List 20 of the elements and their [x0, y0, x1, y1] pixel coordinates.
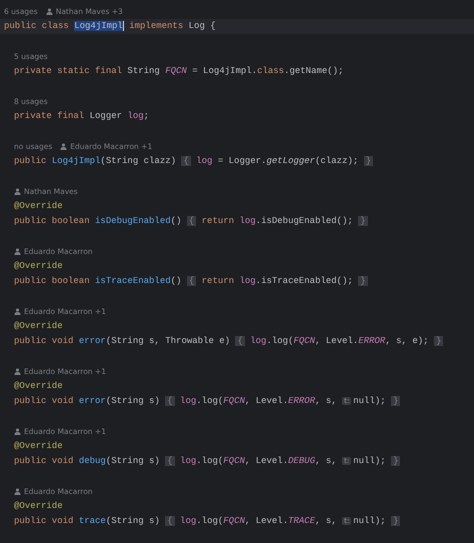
code-line: public boolean isTraceEnabled() { return log.isTraceEnabled(); } [13, 275, 369, 288]
person-icon [14, 428, 21, 435]
person-icon [14, 488, 21, 495]
code-line: private static final String FQCN = Log4jImpl.class.getName(); [13, 65, 344, 78]
code-line: @Override [13, 200, 64, 213]
person-icon [14, 308, 21, 315]
code-line: @Override [13, 500, 64, 513]
code-line: public void error(String s, Throwable e) { log.log(FQCN, Level.ERROR, s, e); } [13, 335, 444, 348]
code-line: @Override [13, 440, 64, 453]
code-line: @Override [13, 320, 64, 333]
person-icon [14, 248, 21, 255]
code-line: private final Logger log; [13, 110, 150, 123]
code-line: public Log4jImpl(String clazz) { log = Logger.getLogger(clazz); } [13, 155, 374, 168]
person-icon [46, 8, 53, 15]
code-line: @Override [13, 260, 64, 273]
person-icon [14, 368, 21, 375]
code-line: @Override [13, 380, 64, 393]
code-line: public boolean isDebugEnabled() { return log.isDebugEnabled(); } [13, 215, 369, 228]
person-icon [60, 143, 68, 150]
person-icon [14, 188, 21, 195]
